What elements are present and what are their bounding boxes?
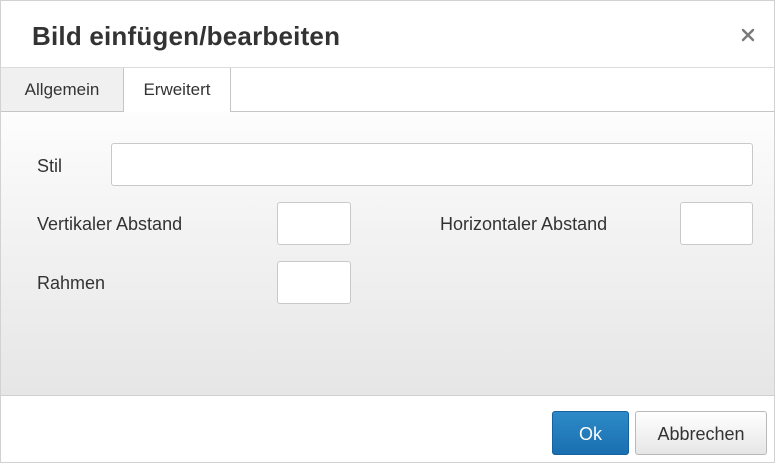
ok-button[interactable]: Ok <box>552 411 629 455</box>
style-label: Stil <box>37 156 63 176</box>
hspace-input[interactable] <box>680 202 753 245</box>
tab-erweitert[interactable]: Erweitert <box>124 68 231 112</box>
vspace-input[interactable] <box>277 202 351 245</box>
hspace-label: Horizontaler Abstand <box>440 214 608 234</box>
dialog-body: Stil Vertikaler Abstand Horizontaler Abs… <box>1 112 774 396</box>
style-input[interactable] <box>111 143 753 186</box>
tab-bar: Allgemein Erweitert <box>1 68 774 112</box>
border-input[interactable] <box>277 261 351 304</box>
close-icon[interactable] <box>740 27 756 43</box>
vspace-label: Vertikaler Abstand <box>37 214 183 234</box>
dialog-title: Bild einfügen/bearbeiten <box>32 21 341 51</box>
tab-allgemein[interactable]: Allgemein <box>1 68 124 111</box>
image-dialog: Bild einfügen/bearbeiten Allgemein Erwei… <box>0 0 775 463</box>
border-label: Rahmen <box>37 273 106 293</box>
cancel-button[interactable]: Abbrechen <box>635 411 767 455</box>
dialog-footer: Ok Abbrechen <box>1 396 774 462</box>
dialog-header: Bild einfügen/bearbeiten <box>1 1 774 68</box>
